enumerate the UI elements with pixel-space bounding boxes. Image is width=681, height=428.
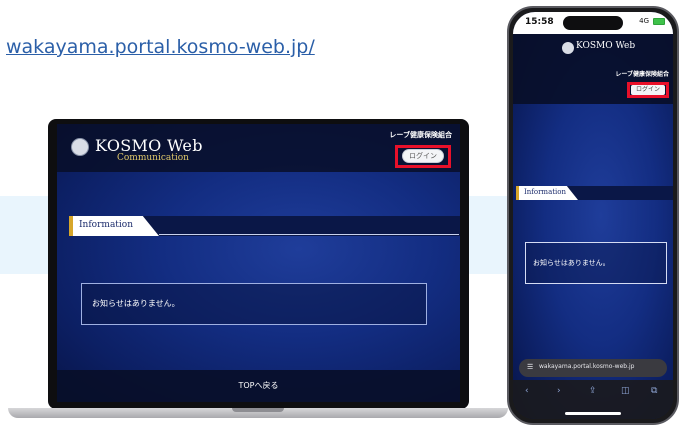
home-indicator xyxy=(565,412,621,415)
logo-text: KOSMO Web xyxy=(576,41,636,51)
forward-icon[interactable]: › xyxy=(557,386,561,396)
portal-url-link[interactable]: wakayama.portal.kosmo-web.jp/ xyxy=(6,36,315,58)
org-name: レーブ健康保険組合 xyxy=(615,71,669,78)
laptop-header: KOSMO Web Communication レーブ健康保険組合 ログイン xyxy=(57,124,460,172)
share-icon[interactable]: ⇪ xyxy=(589,386,597,396)
info-tab-accent xyxy=(69,216,73,236)
notice-box: お知らせはありません。 xyxy=(81,283,427,325)
info-tab-label: Information xyxy=(524,188,567,196)
laptop-footer: TOPへ戻る xyxy=(57,370,460,402)
info-tab-label: Information xyxy=(79,220,134,230)
information-section-header: Information xyxy=(69,216,460,236)
browser-url-bar[interactable]: ☰ wakayama.portal.kosmo-web.jp xyxy=(519,359,667,377)
notice-text: お知らせはありません。 xyxy=(533,259,610,267)
kosmo-logo-icon xyxy=(71,138,89,156)
information-section-header: Information xyxy=(516,186,673,200)
signal-label: 4G xyxy=(639,17,649,25)
dynamic-island xyxy=(563,16,623,30)
laptop-screen: KOSMO Web Communication レーブ健康保険組合 ログイン I… xyxy=(57,124,460,402)
stage: wakayama.portal.kosmo-web.jp/ KOSMO Web … xyxy=(0,0,681,428)
login-highlight-box xyxy=(627,82,669,98)
notice-box: お知らせはありません。 xyxy=(525,242,667,284)
tabs-icon[interactable]: ⧉ xyxy=(651,386,657,396)
notice-text: お知らせはありません。 xyxy=(92,299,180,308)
login-highlight-box xyxy=(395,145,451,168)
battery-icon xyxy=(653,18,665,25)
browser-url-text: wakayama.portal.kosmo-web.jp xyxy=(539,363,635,370)
org-name: レーブ健康保険組合 xyxy=(389,131,452,139)
bookmarks-icon[interactable]: ◫ xyxy=(621,386,630,396)
kosmo-logo-icon xyxy=(562,42,574,54)
status-time: 15:58 xyxy=(525,17,554,27)
phone-screen: 15:58 4G KOSMO Web レーブ健康保険組合 ログイン Inform… xyxy=(513,12,673,419)
phone-status-bar: 15:58 4G xyxy=(513,12,673,34)
logo-subtitle: Communication xyxy=(117,153,189,163)
phone-header: KOSMO Web レーブ健康保険組合 ログイン xyxy=(513,34,673,104)
back-to-top-link[interactable]: TOPへ戻る xyxy=(57,380,460,391)
page-settings-icon[interactable]: ☰ xyxy=(527,363,533,371)
laptop-notch xyxy=(232,408,284,412)
info-tab-accent xyxy=(516,186,519,200)
back-icon[interactable]: ‹ xyxy=(525,386,529,396)
info-underline xyxy=(159,234,459,235)
signal-icon: 4G xyxy=(639,17,649,25)
